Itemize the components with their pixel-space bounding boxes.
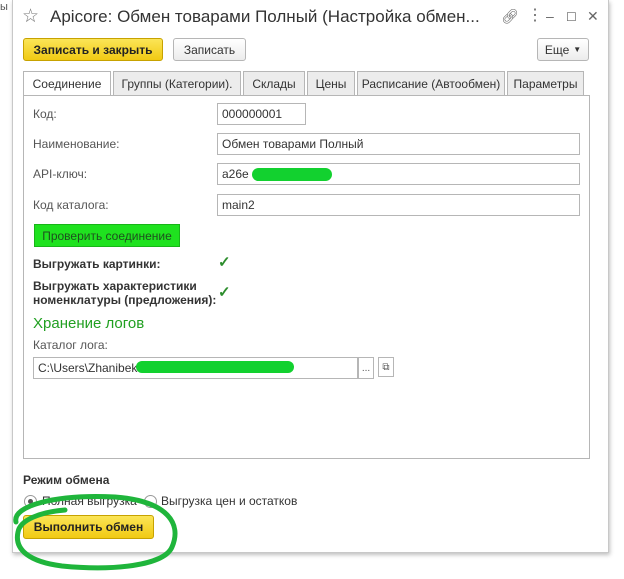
- background-window-text: ы: [0, 1, 8, 13]
- minimize-icon[interactable]: –: [546, 8, 554, 24]
- save-button[interactable]: Записать: [173, 38, 246, 61]
- code-label: Код:: [33, 107, 57, 121]
- export-characteristics-label-line1: Выгружать характеристики: [33, 279, 197, 293]
- tab-schedule[interactable]: Расписание (Автообмен): [357, 71, 505, 95]
- name-field[interactable]: Обмен товарами Полный: [217, 133, 580, 155]
- title-bar: ☆ Apicore: Обмен товарами Полный (Настро…: [13, 0, 608, 34]
- more-label: Еще: [544, 42, 570, 57]
- more-button[interactable]: Еще ▼: [537, 38, 589, 61]
- open-folder-icon[interactable]: ⧉: [378, 357, 394, 377]
- api-key-value: a26e: [222, 167, 249, 181]
- chevron-down-icon: ▼: [573, 45, 582, 54]
- browse-button[interactable]: ...: [358, 357, 374, 379]
- more-icon[interactable]: ⋮: [527, 5, 543, 25]
- connection-panel: Код: 000000001 Наименование: Обмен товар…: [23, 95, 590, 459]
- tab-prices[interactable]: Цены: [307, 71, 355, 95]
- export-characteristics-label-line2: номенклатуры (предложения):: [33, 293, 217, 307]
- export-images-checkbox[interactable]: ✓: [218, 255, 232, 270]
- api-key-label: API-ключ:: [33, 167, 88, 181]
- window-title: Apicore: Обмен товарами Полный (Настройк…: [50, 7, 480, 26]
- tab-connection[interactable]: Соединение: [23, 71, 111, 96]
- log-dir-label: Каталог лога:: [33, 338, 108, 352]
- redaction-scribble: [252, 168, 332, 181]
- radio-prices-stock[interactable]: [144, 495, 157, 508]
- close-icon[interactable]: ✕: [587, 8, 599, 25]
- exchange-mode-title: Режим обмена: [23, 473, 110, 487]
- tab-parameters[interactable]: Параметры: [507, 71, 584, 95]
- check-connection-button[interactable]: Проверить соединение: [34, 224, 180, 247]
- catalog-code-label: Код каталога:: [33, 198, 109, 212]
- redaction-scribble: [136, 361, 294, 373]
- maximize-icon[interactable]: ☐: [566, 10, 577, 24]
- star-icon[interactable]: ☆: [22, 5, 39, 28]
- tab-warehouses[interactable]: Склады: [243, 71, 305, 95]
- export-characteristics-checkbox[interactable]: ✓: [218, 285, 232, 300]
- log-dir-value: C:\Users\Zhanibek: [38, 361, 138, 375]
- tab-groups[interactable]: Группы (Категории).: [113, 71, 241, 95]
- radio-full-export-label: Полная выгрузка: [42, 494, 137, 508]
- settings-window: ☆ Apicore: Обмен товарами Полный (Настро…: [12, 0, 609, 553]
- code-field[interactable]: 000000001: [217, 103, 306, 125]
- name-label: Наименование:: [33, 137, 120, 151]
- radio-full-export[interactable]: [24, 495, 37, 508]
- catalog-code-field[interactable]: main2: [217, 194, 580, 216]
- export-images-label: Выгружать картинки:: [33, 257, 161, 271]
- logs-section-title: Хранение логов: [33, 315, 145, 332]
- radio-prices-stock-label: Выгрузка цен и остатков: [161, 494, 298, 508]
- run-exchange-button[interactable]: Выполнить обмен: [23, 515, 154, 539]
- link-icon[interactable]: 🔗︎: [501, 8, 519, 25]
- save-and-close-button[interactable]: Записать и закрыть: [23, 38, 163, 61]
